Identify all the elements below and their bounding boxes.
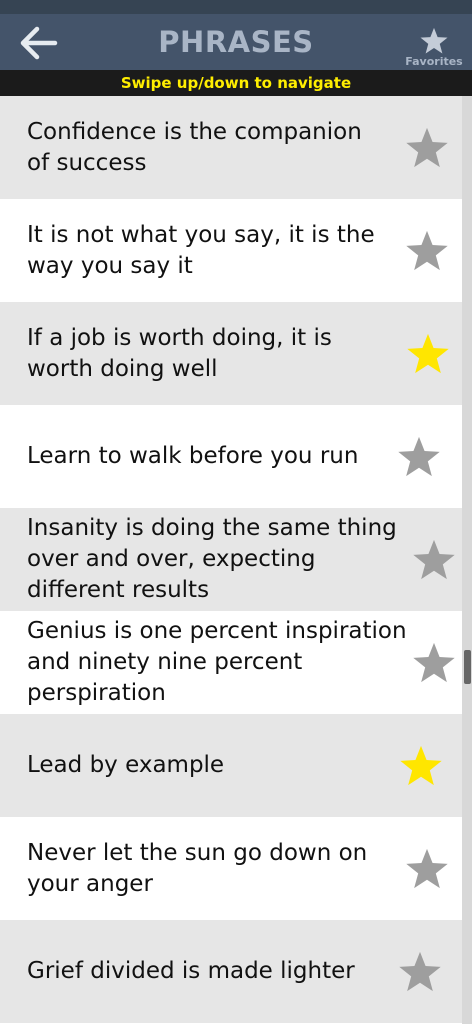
- favorite-star-icon[interactable]: [411, 640, 457, 686]
- phrase-row[interactable]: Confidence is the companion of success: [0, 96, 462, 199]
- phrase-text: Genius is one percent inspiration and nin…: [27, 611, 407, 714]
- phrase-line: It is not what you say, it is the: [27, 221, 375, 248]
- phrase-text: It is not what you say, it is the way you…: [27, 199, 375, 302]
- phrase-line: worth doing well: [27, 355, 218, 382]
- phrase-row[interactable]: Grief divided is made lighter: [0, 920, 462, 1023]
- phrase-row[interactable]: It is not what you say, it is the way you…: [0, 199, 462, 302]
- app-bar: PHRASES Favorites: [0, 14, 472, 70]
- phrase-row[interactable]: If a job is worth doing, it is worth doin…: [0, 302, 462, 405]
- favorite-star-icon[interactable]: [411, 537, 457, 583]
- phrase-row[interactable]: Learn to walk before you run: [0, 405, 462, 508]
- phrase-line: different results: [27, 577, 210, 603]
- phrase-text: Lead by example: [27, 714, 224, 817]
- navigation-hint: Swipe up/down to navigate: [0, 70, 472, 96]
- phrase-list[interactable]: Confidence is the companion of success It …: [0, 96, 472, 1024]
- phrase-row[interactable]: Insanity is doing the same thing over and…: [0, 508, 462, 611]
- phrase-text: Learn to walk before you run: [27, 405, 358, 508]
- arrow-left-icon: [20, 26, 58, 60]
- star-icon: [420, 27, 448, 54]
- back-button[interactable]: [16, 24, 62, 62]
- phrase-line: Genius is one percent inspiration: [27, 618, 407, 644]
- favorite-star-filled-icon[interactable]: [405, 331, 451, 377]
- phrase-line: Confidence is the companion: [27, 118, 362, 145]
- favorite-star-filled-icon[interactable]: [398, 743, 444, 789]
- favorite-star-icon[interactable]: [396, 434, 442, 480]
- phrase-line: your anger: [27, 870, 153, 897]
- phrase-row[interactable]: Never let the sun go down on your anger: [0, 817, 462, 920]
- phrase-line: Grief divided is made lighter: [27, 958, 355, 984]
- phrase-line: Learn to walk before you run: [27, 443, 359, 469]
- scrollbar-thumb[interactable]: [464, 650, 471, 684]
- favorites-label: Favorites: [405, 55, 463, 68]
- phrase-line: and ninety nine percent: [27, 649, 303, 675]
- phrase-line: way you say it: [27, 252, 193, 279]
- phrase-text: Never let the sun go down on your anger: [27, 817, 367, 920]
- phrase-text: Grief divided is made lighter: [27, 920, 355, 1023]
- phrase-line: over and over, expecting: [27, 546, 316, 572]
- phrase-line: If a job is worth doing, it is: [27, 324, 332, 351]
- scrollbar[interactable]: [462, 96, 472, 1024]
- favorite-star-icon[interactable]: [404, 846, 450, 892]
- status-bar: [0, 0, 472, 14]
- favorite-star-icon[interactable]: [404, 228, 450, 274]
- phrase-row[interactable]: Genius is one percent inspiration and nin…: [0, 611, 462, 714]
- phrase-line: perspiration: [27, 680, 166, 706]
- phrase-line: Lead by example: [27, 752, 225, 778]
- phrase-text: Confidence is the companion of success: [27, 96, 362, 199]
- favorite-star-icon[interactable]: [397, 949, 443, 995]
- phrase-text: Insanity is doing the same thing over and…: [27, 508, 397, 611]
- phrase-line: Never let the sun go down on: [27, 839, 368, 866]
- phrase-text: If a job is worth doing, it is worth doin…: [27, 302, 332, 405]
- phrase-row[interactable]: Lead by example: [0, 714, 462, 817]
- favorites-button[interactable]: Favorites: [404, 26, 464, 70]
- phrase-line: Insanity is doing the same thing: [27, 515, 397, 541]
- page-title: PHRASES: [158, 25, 314, 59]
- favorite-star-icon[interactable]: [404, 125, 450, 171]
- phrase-line: of success: [27, 149, 147, 176]
